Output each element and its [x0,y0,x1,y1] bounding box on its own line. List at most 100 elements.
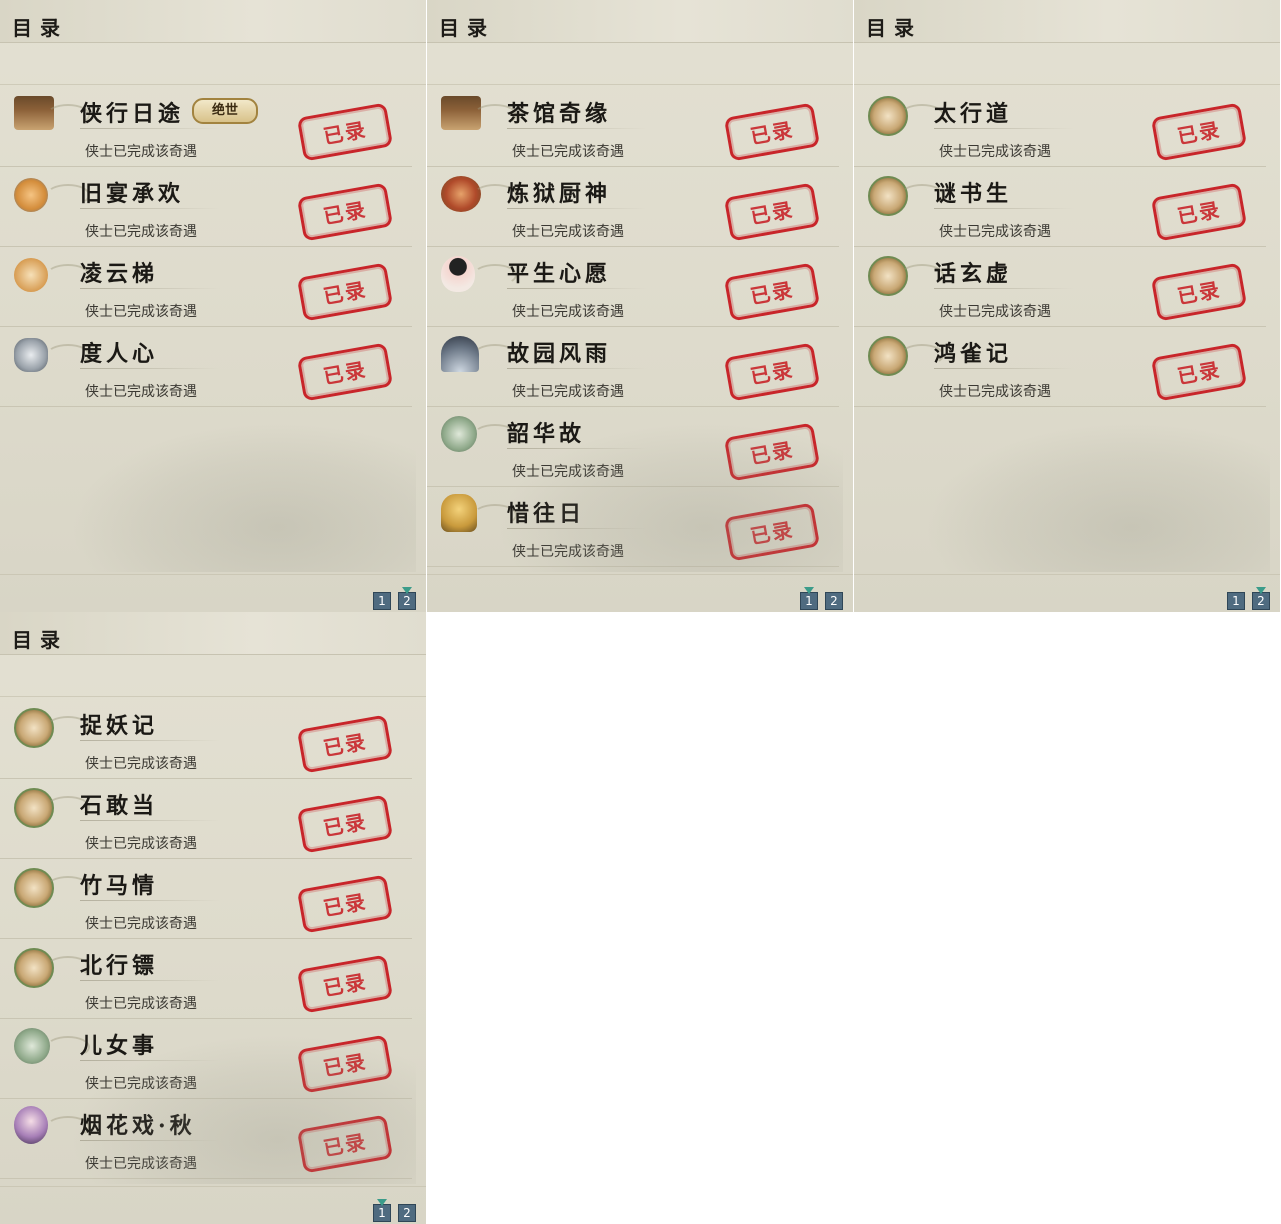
divider [854,574,1280,575]
recorded-stamp: 已录 [1150,182,1248,242]
divider [934,368,1074,369]
page-1-button[interactable]: 1 [373,592,391,610]
completion-status: 侠士已完成该奇遇 [512,384,624,400]
encounter-name: 茶馆奇缘 [507,101,612,127]
page-2-button[interactable]: 2 [398,1204,416,1222]
list-item[interactable]: 石敢当 侠士已完成该奇遇 已录 [0,778,412,859]
stamp-text: 已录 [748,117,796,149]
list-item[interactable]: 谜书生 侠士已完成该奇遇 已录 [854,166,1266,247]
encounter-name: 太行道 [934,101,1013,127]
list-item[interactable]: 话玄虚 侠士已完成该奇遇 已录 [854,246,1266,327]
divider [80,368,220,369]
stamp-text: 已录 [748,197,796,229]
divider [0,574,426,575]
divider [427,84,853,85]
panel-title: 目录 [12,628,68,652]
list-item[interactable]: 竹马情 侠士已完成该奇遇 已录 [0,858,412,939]
completion-status: 侠士已完成该奇遇 [512,304,624,320]
panel-title: 目录 [439,16,495,40]
list-item[interactable]: 北行镖 侠士已完成该奇遇 已录 [0,938,412,1019]
encounter-name: 儿女事 [80,1033,159,1059]
recorded-stamp: 已录 [723,102,821,162]
divider [934,288,1074,289]
recorded-stamp: 已录 [723,502,821,562]
completion-status: 侠士已完成该奇遇 [939,304,1051,320]
encounter-name: 谜书生 [934,181,1013,207]
encounter-name: 烟花戏·秋 [80,1113,196,1139]
list-item[interactable]: 侠行日途 绝世 侠士已完成该奇遇 已录 [0,86,412,167]
list-item[interactable]: 太行道 侠士已完成该奇遇 已录 [854,86,1266,167]
list-item[interactable]: 惜往日 侠士已完成该奇遇 已录 [427,486,839,567]
completion-status: 侠士已完成该奇遇 [85,996,197,1012]
recorded-stamp: 已录 [723,342,821,402]
recorded-stamp: 已录 [723,182,821,242]
list-item[interactable]: 度人心 侠士已完成该奇遇 已录 [0,326,412,407]
encounter-name: 韶华故 [507,421,586,447]
encounter-name: 石敢当 [80,793,159,819]
page-2-button[interactable]: 2 [825,592,843,610]
completion-status: 侠士已完成该奇遇 [85,1156,197,1172]
catalog-panel-1: 目录 侠行日途 绝世 侠士已完成该奇遇 已录 旧宴承欢 侠士已完成该奇遇 已录 … [0,0,426,612]
page-1-button[interactable]: 1 [1227,592,1245,610]
stamp-text: 已录 [1175,197,1223,229]
stamp-text: 已录 [321,357,369,389]
list-item[interactable]: 捉妖记 侠士已完成该奇遇 已录 [0,698,412,779]
recorded-stamp: 已录 [296,262,394,322]
stamp-text: 已录 [1175,277,1223,309]
recorded-stamp: 已录 [723,262,821,322]
stamp-text: 已录 [321,969,369,1001]
divider [80,288,220,289]
page-1-button[interactable]: 1 [373,1199,391,1222]
rarity-badge: 绝世 [192,98,258,124]
completion-status: 侠士已完成该奇遇 [85,144,197,160]
completion-status: 侠士已完成该奇遇 [85,916,197,932]
stamp-text: 已录 [748,277,796,309]
recorded-stamp: 已录 [296,342,394,402]
divider [80,1060,220,1061]
divider [0,1186,426,1187]
list-item[interactable]: 儿女事 侠士已完成该奇遇 已录 [0,1018,412,1099]
completion-status: 侠士已完成该奇遇 [85,224,197,240]
stamp-text: 已录 [321,117,369,149]
recorded-stamp: 已录 [723,422,821,482]
stamp-text: 已录 [748,517,796,549]
recorded-stamp: 已录 [1150,262,1248,322]
list-item[interactable]: 凌云梯 侠士已完成该奇遇 已录 [0,246,412,327]
page-2-button[interactable]: 2 [1252,587,1270,610]
divider [0,84,426,85]
recorded-stamp: 已录 [1150,102,1248,162]
divider [80,980,220,981]
stamp-text: 已录 [321,1049,369,1081]
divider [0,696,426,697]
list-item[interactable]: 茶馆奇缘 侠士已完成该奇遇 已录 [427,86,839,167]
recorded-stamp: 已录 [296,102,394,162]
completion-status: 侠士已完成该奇遇 [512,544,624,560]
page-2-button[interactable]: 2 [398,587,416,610]
recorded-stamp: 已录 [296,874,394,934]
encounter-name: 故园风雨 [507,341,612,367]
list-item[interactable]: 旧宴承欢 侠士已完成该奇遇 已录 [0,166,412,247]
list-item[interactable]: 烟花戏·秋 侠士已完成该奇遇 已录 [0,1098,412,1179]
completion-status: 侠士已完成该奇遇 [939,144,1051,160]
list-item[interactable]: 平生心愿 侠士已完成该奇遇 已录 [427,246,839,327]
panel-title: 目录 [12,16,68,40]
recorded-stamp: 已录 [296,182,394,242]
divider [507,128,647,129]
list-item[interactable]: 故园风雨 侠士已完成该奇遇 已录 [427,326,839,407]
encounter-name: 度人心 [80,341,159,367]
encounter-name: 平生心愿 [507,261,612,287]
divider [80,740,220,741]
pagination: 12 [793,587,843,610]
catalog-panel-2: 目录 茶馆奇缘 侠士已完成该奇遇 已录 炼狱厨神 侠士已完成该奇遇 已录 平生心… [427,0,853,612]
completion-status: 侠士已完成该奇遇 [85,756,197,772]
divider [934,128,1074,129]
page-1-button[interactable]: 1 [800,587,818,610]
completion-status: 侠士已完成该奇遇 [85,304,197,320]
list-item[interactable]: 炼狱厨神 侠士已完成该奇遇 已录 [427,166,839,247]
stamp-text: 已录 [321,809,369,841]
list-item[interactable]: 鸿雀记 侠士已完成该奇遇 已录 [854,326,1266,407]
stamp-text: 已录 [1175,117,1223,149]
list-item[interactable]: 韶华故 侠士已完成该奇遇 已录 [427,406,839,487]
encounter-name: 凌云梯 [80,261,159,287]
encounter-name: 侠行日途 [80,101,185,127]
